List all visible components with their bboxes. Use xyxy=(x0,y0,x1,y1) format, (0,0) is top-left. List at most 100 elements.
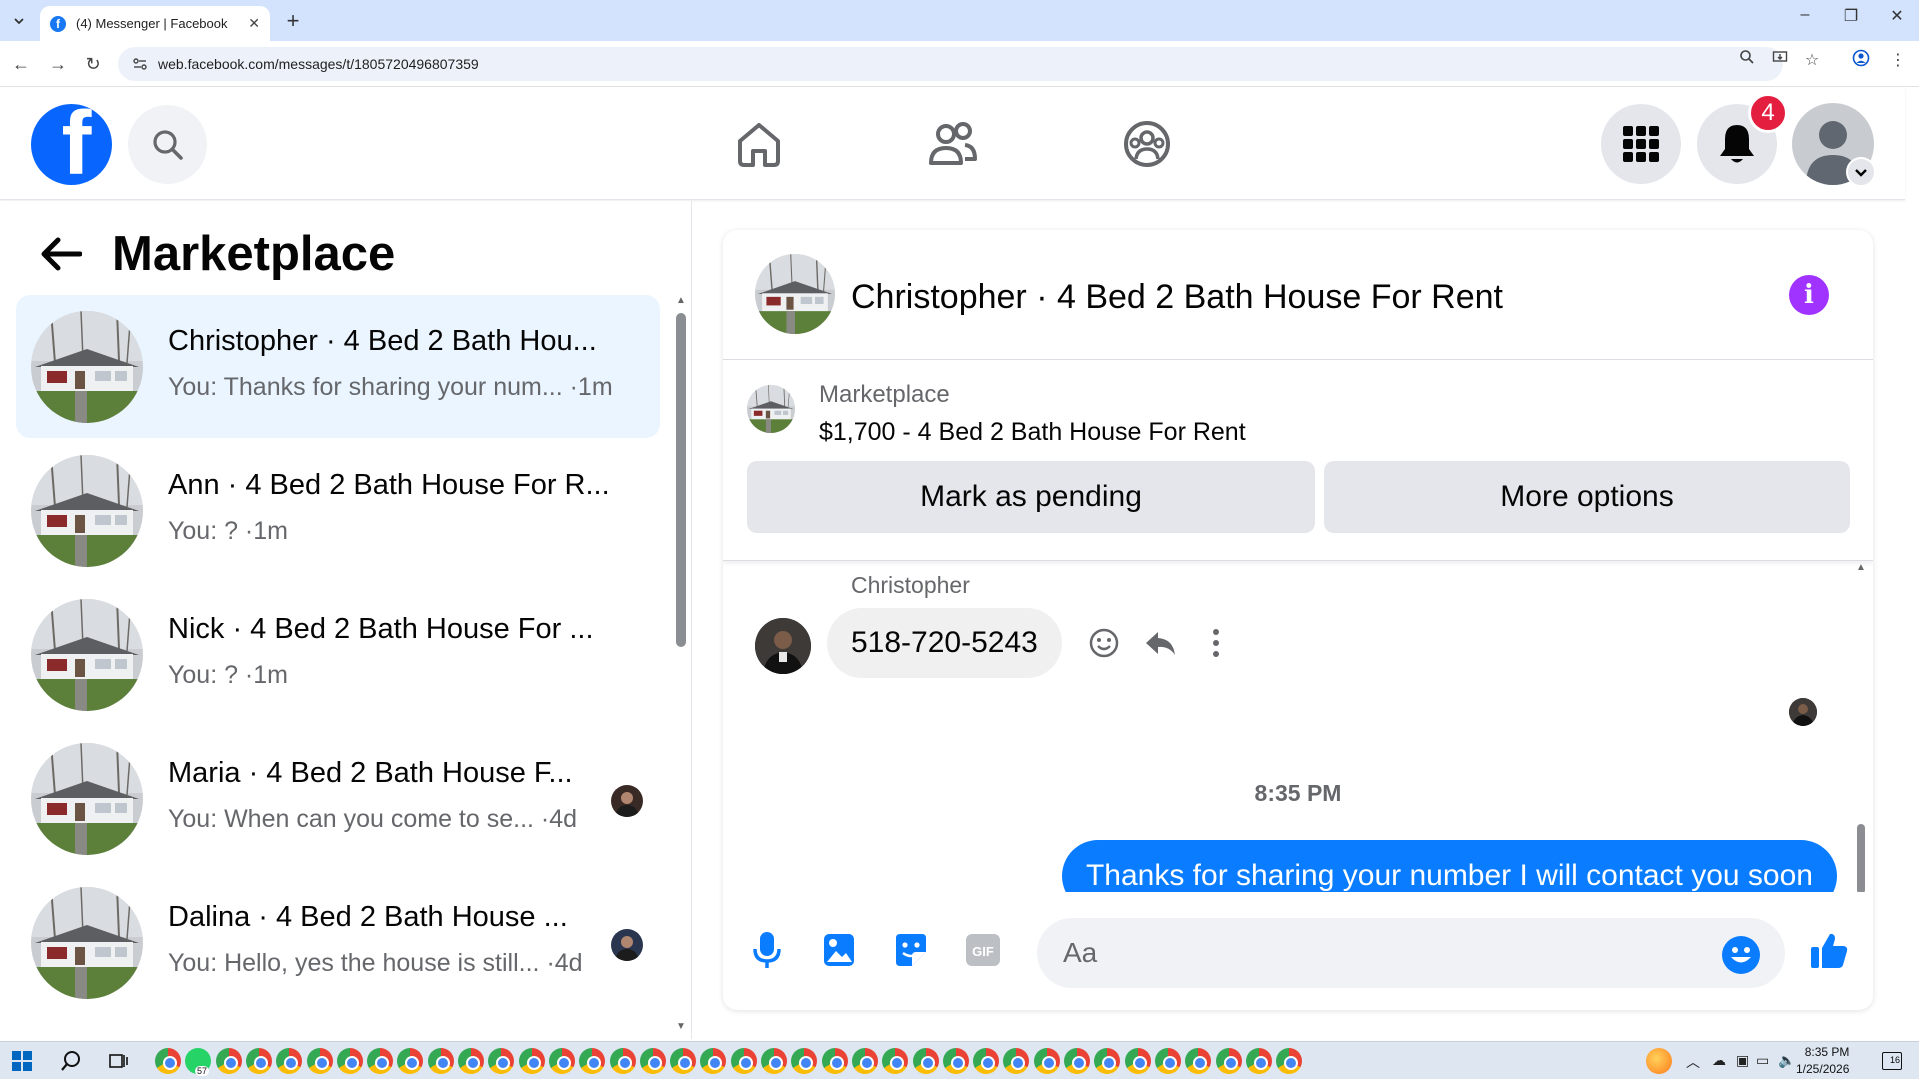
chrome-taskbar-icon[interactable] xyxy=(276,1048,303,1074)
home-nav[interactable] xyxy=(731,116,787,172)
chrome-taskbar-icon[interactable] xyxy=(245,1048,272,1074)
chrome-taskbar-icon[interactable] xyxy=(791,1048,818,1074)
minimize-button[interactable]: – xyxy=(1782,6,1828,24)
search-button[interactable] xyxy=(128,105,207,184)
chrome-taskbar-icon[interactable] xyxy=(579,1048,606,1074)
site-settings-icon[interactable] xyxy=(132,56,148,72)
camera-icon[interactable]: ▣ xyxy=(1736,1052,1749,1069)
chrome-taskbar-icon[interactable] xyxy=(1064,1048,1090,1074)
chrome-taskbar-icon[interactable] xyxy=(1094,1048,1121,1074)
conversation-item[interactable]: Dalina · 4 Bed 2 Bath House ... You: Hell… xyxy=(16,871,660,1014)
tab-search-dropdown[interactable] xyxy=(6,8,32,34)
bookmark-star-icon[interactable]: ☆ xyxy=(1800,49,1824,73)
listing-small-thumbnail[interactable] xyxy=(747,385,795,433)
account-chevron-down-icon[interactable] xyxy=(1846,157,1876,187)
new-tab-button[interactable]: + xyxy=(280,8,306,34)
taskbar-clock[interactable]: 8:35 PM 1/25/2026 xyxy=(1796,1044,1849,1078)
chrome-taskbar-icon[interactable] xyxy=(1033,1048,1060,1074)
chrome-taskbar-icon[interactable] xyxy=(761,1048,787,1074)
network-icon[interactable]: ▭ xyxy=(1756,1052,1769,1069)
scroll-up-arrow-icon[interactable]: ▲ xyxy=(1856,562,1866,573)
reply-icon[interactable] xyxy=(1143,626,1177,660)
mark-as-pending-button[interactable]: Mark as pending xyxy=(747,461,1315,533)
chat-title[interactable]: Christopher · 4 Bed 2 Bath House For Ren… xyxy=(851,278,1503,317)
conversation-item[interactable]: Christopher · 4 Bed 2 Bath Hou... You: Th… xyxy=(16,295,660,438)
chrome-taskbar-icon[interactable] xyxy=(1276,1048,1303,1074)
listing-title[interactable]: $1,700 - 4 Bed 2 Bath House For Rent xyxy=(819,418,1246,447)
photo-icon[interactable] xyxy=(817,928,861,972)
listing-thumbnail[interactable] xyxy=(755,254,835,334)
chrome-taskbar-icon[interactable] xyxy=(912,1048,939,1074)
chrome-taskbar-icon[interactable] xyxy=(548,1048,575,1074)
profile-icon[interactable] xyxy=(1849,49,1873,73)
facebook-logo[interactable]: f xyxy=(31,104,112,185)
chrome-taskbar-icon[interactable] xyxy=(488,1048,515,1074)
chrome-taskbar-icon[interactable] xyxy=(397,1048,424,1074)
sender-avatar[interactable] xyxy=(755,618,811,674)
conversation-item[interactable]: Nick · 4 Bed 2 Bath House For ... You: ? … xyxy=(16,583,660,726)
conversation-item[interactable]: Ann · 4 Bed 2 Bath House For R... You: ? … xyxy=(16,439,660,582)
notification-center-icon[interactable]: 16 xyxy=(1882,1052,1902,1070)
more-actions-icon[interactable] xyxy=(1199,626,1233,660)
emoji-icon[interactable] xyxy=(1721,935,1761,975)
chrome-taskbar-icon[interactable] xyxy=(609,1048,636,1074)
address-bar[interactable]: web.facebook.com/messages/t/180572049680… xyxy=(118,47,1783,81)
windows-start-icon[interactable] xyxy=(12,1051,32,1071)
restore-button[interactable]: ❐ xyxy=(1828,6,1874,26)
task-view-icon[interactable] xyxy=(108,1051,128,1071)
incoming-message-bubble[interactable]: 518-720-5243 xyxy=(827,608,1062,678)
chrome-taskbar-icon[interactable] xyxy=(670,1048,697,1074)
back-arrow-icon[interactable]: ← xyxy=(8,51,34,77)
thread-scrollbar-thumb[interactable] xyxy=(1857,824,1865,892)
scroll-up-arrow-icon[interactable]: ▲ xyxy=(676,295,686,306)
groups-nav[interactable] xyxy=(1119,116,1175,172)
chrome-taskbar-icon[interactable] xyxy=(336,1048,363,1074)
chrome-taskbar-icon[interactable] xyxy=(1124,1048,1151,1074)
install-app-icon[interactable] xyxy=(1768,49,1792,73)
onedrive-icon[interactable]: ☁ xyxy=(1712,1052,1726,1069)
gif-icon[interactable]: GIF xyxy=(961,928,1005,972)
like-thumbs-up-icon[interactable] xyxy=(1807,928,1851,972)
react-smiley-icon[interactable] xyxy=(1087,626,1121,660)
taskbar-search-icon[interactable] xyxy=(60,1050,82,1072)
tray-overflow-icon[interactable]: ︿ xyxy=(1686,1052,1700,1072)
tab-close-icon[interactable]: ✕ xyxy=(248,15,260,32)
chrome-taskbar-icon[interactable] xyxy=(821,1048,848,1074)
chrome-taskbar-icon[interactable] xyxy=(942,1048,969,1074)
chrome-taskbar-icon[interactable] xyxy=(215,1048,242,1074)
chrome-taskbar-icon[interactable] xyxy=(458,1048,484,1074)
browser-menu-icon[interactable]: ⋮ xyxy=(1886,49,1910,73)
message-input[interactable]: Aa xyxy=(1037,918,1785,988)
chrome-taskbar-icon[interactable] xyxy=(639,1048,666,1074)
microphone-icon[interactable] xyxy=(745,928,789,972)
chrome-taskbar-icon[interactable] xyxy=(1003,1048,1030,1074)
chrome-taskbar-icon[interactable] xyxy=(427,1048,454,1074)
reload-icon[interactable]: ↻ xyxy=(80,51,106,77)
chrome-taskbar-icon[interactable] xyxy=(1154,1048,1181,1074)
chrome-taskbar-icon[interactable] xyxy=(1245,1048,1272,1074)
chrome-taskbar-icon[interactable] xyxy=(1185,1048,1212,1074)
menu-button[interactable] xyxy=(1601,104,1681,184)
info-icon[interactable]: i xyxy=(1789,275,1829,315)
chrome-taskbar-icon[interactable] xyxy=(973,1048,1000,1074)
chrome-taskbar-icon[interactable] xyxy=(730,1048,757,1074)
outgoing-message-bubble[interactable]: Thanks for sharing your number I will co… xyxy=(1061,840,1837,892)
conversation-item[interactable]: Maria · 4 Bed 2 Bath House F... You: When… xyxy=(16,727,660,870)
volume-icon[interactable]: 🔈 xyxy=(1778,1052,1795,1069)
more-options-button[interactable]: More options xyxy=(1324,461,1850,533)
scroll-down-arrow-icon[interactable]: ▼ xyxy=(676,1021,686,1032)
chrome-taskbar-icon[interactable] xyxy=(882,1048,909,1074)
close-window-button[interactable]: ✕ xyxy=(1874,6,1919,26)
chrome-taskbar-icon[interactable] xyxy=(306,1048,333,1074)
browser-tab[interactable]: f (4) Messenger | Facebook ✕ xyxy=(40,6,270,41)
chrome-taskbar-icon[interactable] xyxy=(155,1048,181,1074)
chrome-taskbar-icon[interactable] xyxy=(700,1048,727,1074)
chrome-taskbar-icon[interactable] xyxy=(518,1048,545,1074)
back-arrow-icon[interactable] xyxy=(40,233,82,275)
weather-icon[interactable] xyxy=(1646,1048,1672,1074)
forward-arrow-icon[interactable]: → xyxy=(45,51,71,77)
chrome-taskbar-icon[interactable] xyxy=(1215,1048,1242,1074)
chrome-taskbar-icon[interactable] xyxy=(851,1048,878,1074)
chrome-taskbar-icon[interactable] xyxy=(367,1048,394,1074)
sticker-icon[interactable] xyxy=(889,928,933,972)
